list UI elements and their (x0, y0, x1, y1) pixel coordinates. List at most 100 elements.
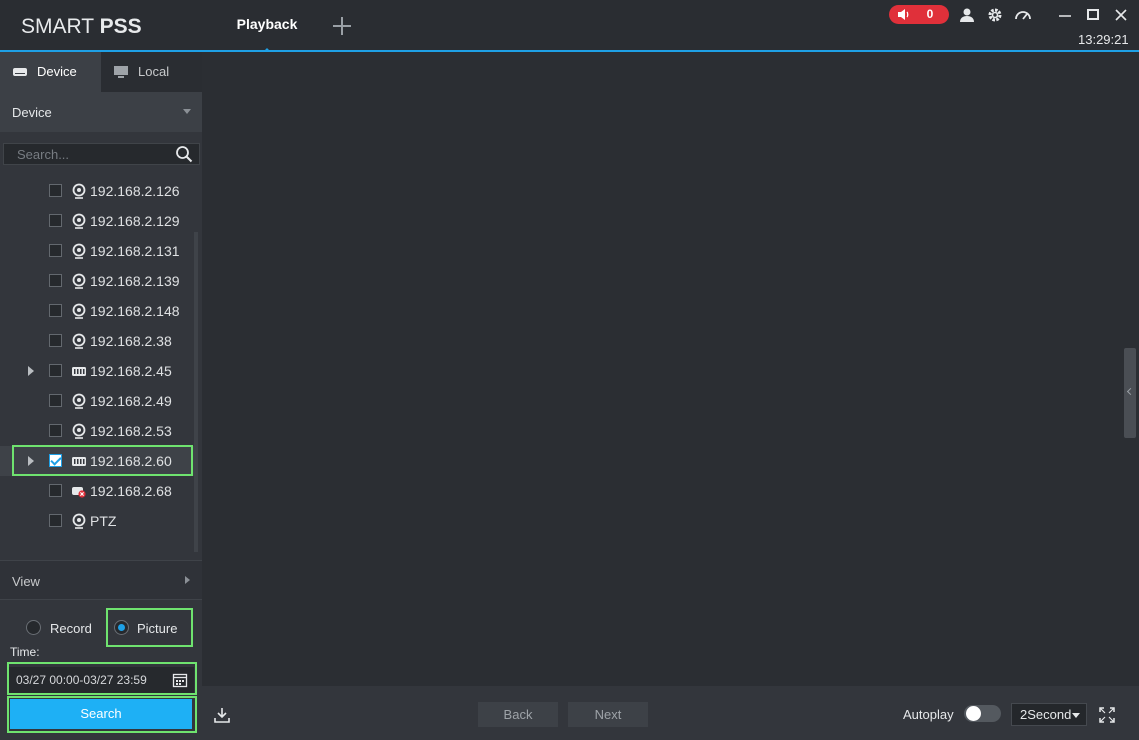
maximize-icon[interactable] (1084, 6, 1102, 24)
chevron-down-icon (1072, 713, 1080, 718)
device-dropdown[interactable]: Device (0, 92, 202, 132)
tree-item-checkbox[interactable] (49, 334, 62, 347)
interval-select[interactable]: 2Second (1011, 703, 1087, 726)
tree-item-label: 192.168.2.131 (90, 243, 180, 259)
camera-offline-icon (71, 483, 87, 499)
tree-item[interactable]: 192.168.2.45 (0, 356, 196, 386)
tree-item[interactable]: 192.168.2.38 (0, 326, 196, 356)
tree-item-checkbox[interactable] (49, 484, 62, 497)
tree-item-checkbox[interactable] (49, 394, 62, 407)
radio-record[interactable]: Record (26, 618, 106, 638)
camera-icon (71, 303, 87, 319)
search-icon[interactable] (175, 145, 193, 163)
camera-icon (71, 273, 87, 289)
tree-item-label: 192.168.2.68 (90, 483, 172, 499)
tree-item-label: 192.168.2.49 (90, 393, 172, 409)
search-button-highlight (7, 696, 197, 733)
expand-arrow-icon[interactable] (28, 366, 34, 376)
speaker-icon (898, 9, 909, 20)
tree-item-label: 192.168.2.45 (90, 363, 172, 379)
tree-item[interactable]: 192.168.2.49 (0, 386, 196, 416)
tree-item[interactable]: PTZ (0, 506, 196, 536)
close-icon[interactable] (1112, 6, 1130, 24)
tree-item-label: 192.168.2.148 (90, 303, 180, 319)
logo-text-light: SMART (21, 15, 100, 38)
camera-icon (71, 243, 87, 259)
tab-device[interactable]: Device (0, 52, 101, 92)
monitor-icon (114, 66, 128, 78)
search-input[interactable] (4, 144, 172, 164)
radio-record-button[interactable] (26, 620, 41, 635)
tree-item-checkbox[interactable] (49, 184, 62, 197)
time-label: Time: (10, 645, 40, 659)
minimize-icon[interactable] (1056, 6, 1074, 24)
tab-playback[interactable]: Playback (222, 0, 312, 52)
smart-pss-window: SMART PSS Playback 0 13:29:21 Device Loc… (0, 0, 1139, 740)
app-logo: SMART PSS (21, 15, 142, 39)
tab-playback-label: Playback (236, 16, 298, 32)
tab-local-label: Local (138, 64, 170, 79)
chevron-right-icon (185, 576, 190, 584)
device-tree: 192.168.2.126 192.168.2.129 192.168.2.131 1… (0, 176, 196, 560)
title-bar: SMART PSS Playback 0 13:29:21 (0, 0, 1139, 52)
camera-icon (71, 393, 87, 409)
camera-icon (71, 183, 87, 199)
device-icon (13, 68, 27, 76)
nvr-icon (71, 363, 87, 379)
camera-icon (71, 213, 87, 229)
tree-item[interactable]: 192.168.2.131 (0, 236, 196, 266)
download-icon[interactable] (213, 706, 231, 724)
gear-icon[interactable] (986, 6, 1004, 24)
picture-highlight (106, 608, 193, 647)
camera-icon (71, 423, 87, 439)
left-panel: Device Local Device 192.168.2.126192.168… (0, 52, 202, 740)
tree-item-checkbox[interactable] (49, 214, 62, 227)
search-box (3, 143, 200, 165)
tree-item[interactable]: 192.168.2.126 (0, 176, 196, 206)
tree-item-checkbox[interactable] (49, 304, 62, 317)
tree-item[interactable]: 192.168.2.53 (0, 416, 196, 446)
clock: 13:29:21 (1078, 32, 1129, 47)
next-button[interactable]: Next (568, 702, 648, 727)
tree-scrollbar[interactable] (194, 232, 198, 552)
chevron-down-icon (183, 109, 191, 114)
tree-item[interactable]: 192.168.2.148 (0, 296, 196, 326)
camera-icon (71, 333, 87, 349)
radio-record-label: Record (50, 621, 92, 636)
tree-item-label: PTZ (90, 513, 117, 529)
left-tabs: Device Local (0, 52, 202, 92)
view-dropdown[interactable]: View (0, 560, 202, 600)
interval-value: 2Second (1020, 707, 1072, 722)
tree-item[interactable]: 192.168.2.68 (0, 476, 196, 506)
back-button[interactable]: Back (478, 702, 558, 727)
fullscreen-icon[interactable] (1098, 706, 1116, 724)
tree-item-checkbox[interactable] (49, 424, 62, 437)
camera-icon (71, 513, 87, 529)
logo-text-bold: PSS (99, 15, 142, 38)
tree-item-checkbox[interactable] (49, 244, 62, 257)
tree-item-checkbox[interactable] (49, 514, 62, 527)
tree-item-checkbox[interactable] (49, 274, 62, 287)
user-icon[interactable] (958, 6, 976, 24)
tree-item-label: 192.168.2.129 (90, 213, 180, 229)
playback-area (202, 52, 1139, 686)
speedometer-icon[interactable] (1014, 6, 1032, 24)
tree-item[interactable]: 192.168.2.139 (0, 266, 196, 296)
tree-item-label: 192.168.2.126 (90, 183, 180, 199)
autoplay-label: Autoplay (903, 707, 954, 722)
alarm-badge[interactable]: 0 (889, 5, 949, 24)
tree-item[interactable]: 192.168.2.129 (0, 206, 196, 236)
tree-item-label: 192.168.2.53 (90, 423, 172, 439)
tree-item-checkbox[interactable] (49, 364, 62, 377)
selected-device-highlight (12, 445, 193, 476)
tree-item-label: 192.168.2.38 (90, 333, 172, 349)
time-highlight (7, 662, 197, 695)
alarm-count: 0 (926, 7, 934, 21)
tree-item-label: 192.168.2.139 (90, 273, 180, 289)
view-dropdown-label: View (12, 574, 40, 589)
collapse-panel-handle[interactable] (1124, 348, 1136, 438)
tab-local[interactable]: Local (101, 52, 202, 92)
device-dropdown-label: Device (12, 105, 52, 120)
autoplay-toggle[interactable] (964, 705, 1001, 722)
add-tab-icon[interactable] (330, 14, 354, 38)
